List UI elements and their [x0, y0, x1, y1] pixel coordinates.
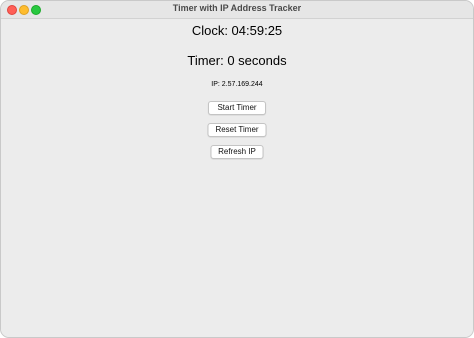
start-timer-button[interactable]: Start Timer	[208, 101, 266, 115]
app-window: Timer with IP Address Tracker Clock: 04:…	[0, 0, 474, 338]
ip-label: IP: 2.57.169.244	[211, 81, 263, 88]
reset-timer-button[interactable]: Reset Timer	[207, 123, 267, 137]
main-content: Clock: 04:59:25 Timer: 0 seconds IP: 2.5…	[1, 19, 473, 337]
timer-label: Timer: 0 seconds	[187, 53, 287, 68]
window-title: Timer with IP Address Tracker	[172, 3, 302, 13]
refresh-ip-button[interactable]: Refresh IP	[210, 145, 264, 159]
title-bar[interactable]: Timer with IP Address Tracker	[1, 1, 473, 19]
clock-label: Clock: 04:59:25	[191, 23, 283, 38]
